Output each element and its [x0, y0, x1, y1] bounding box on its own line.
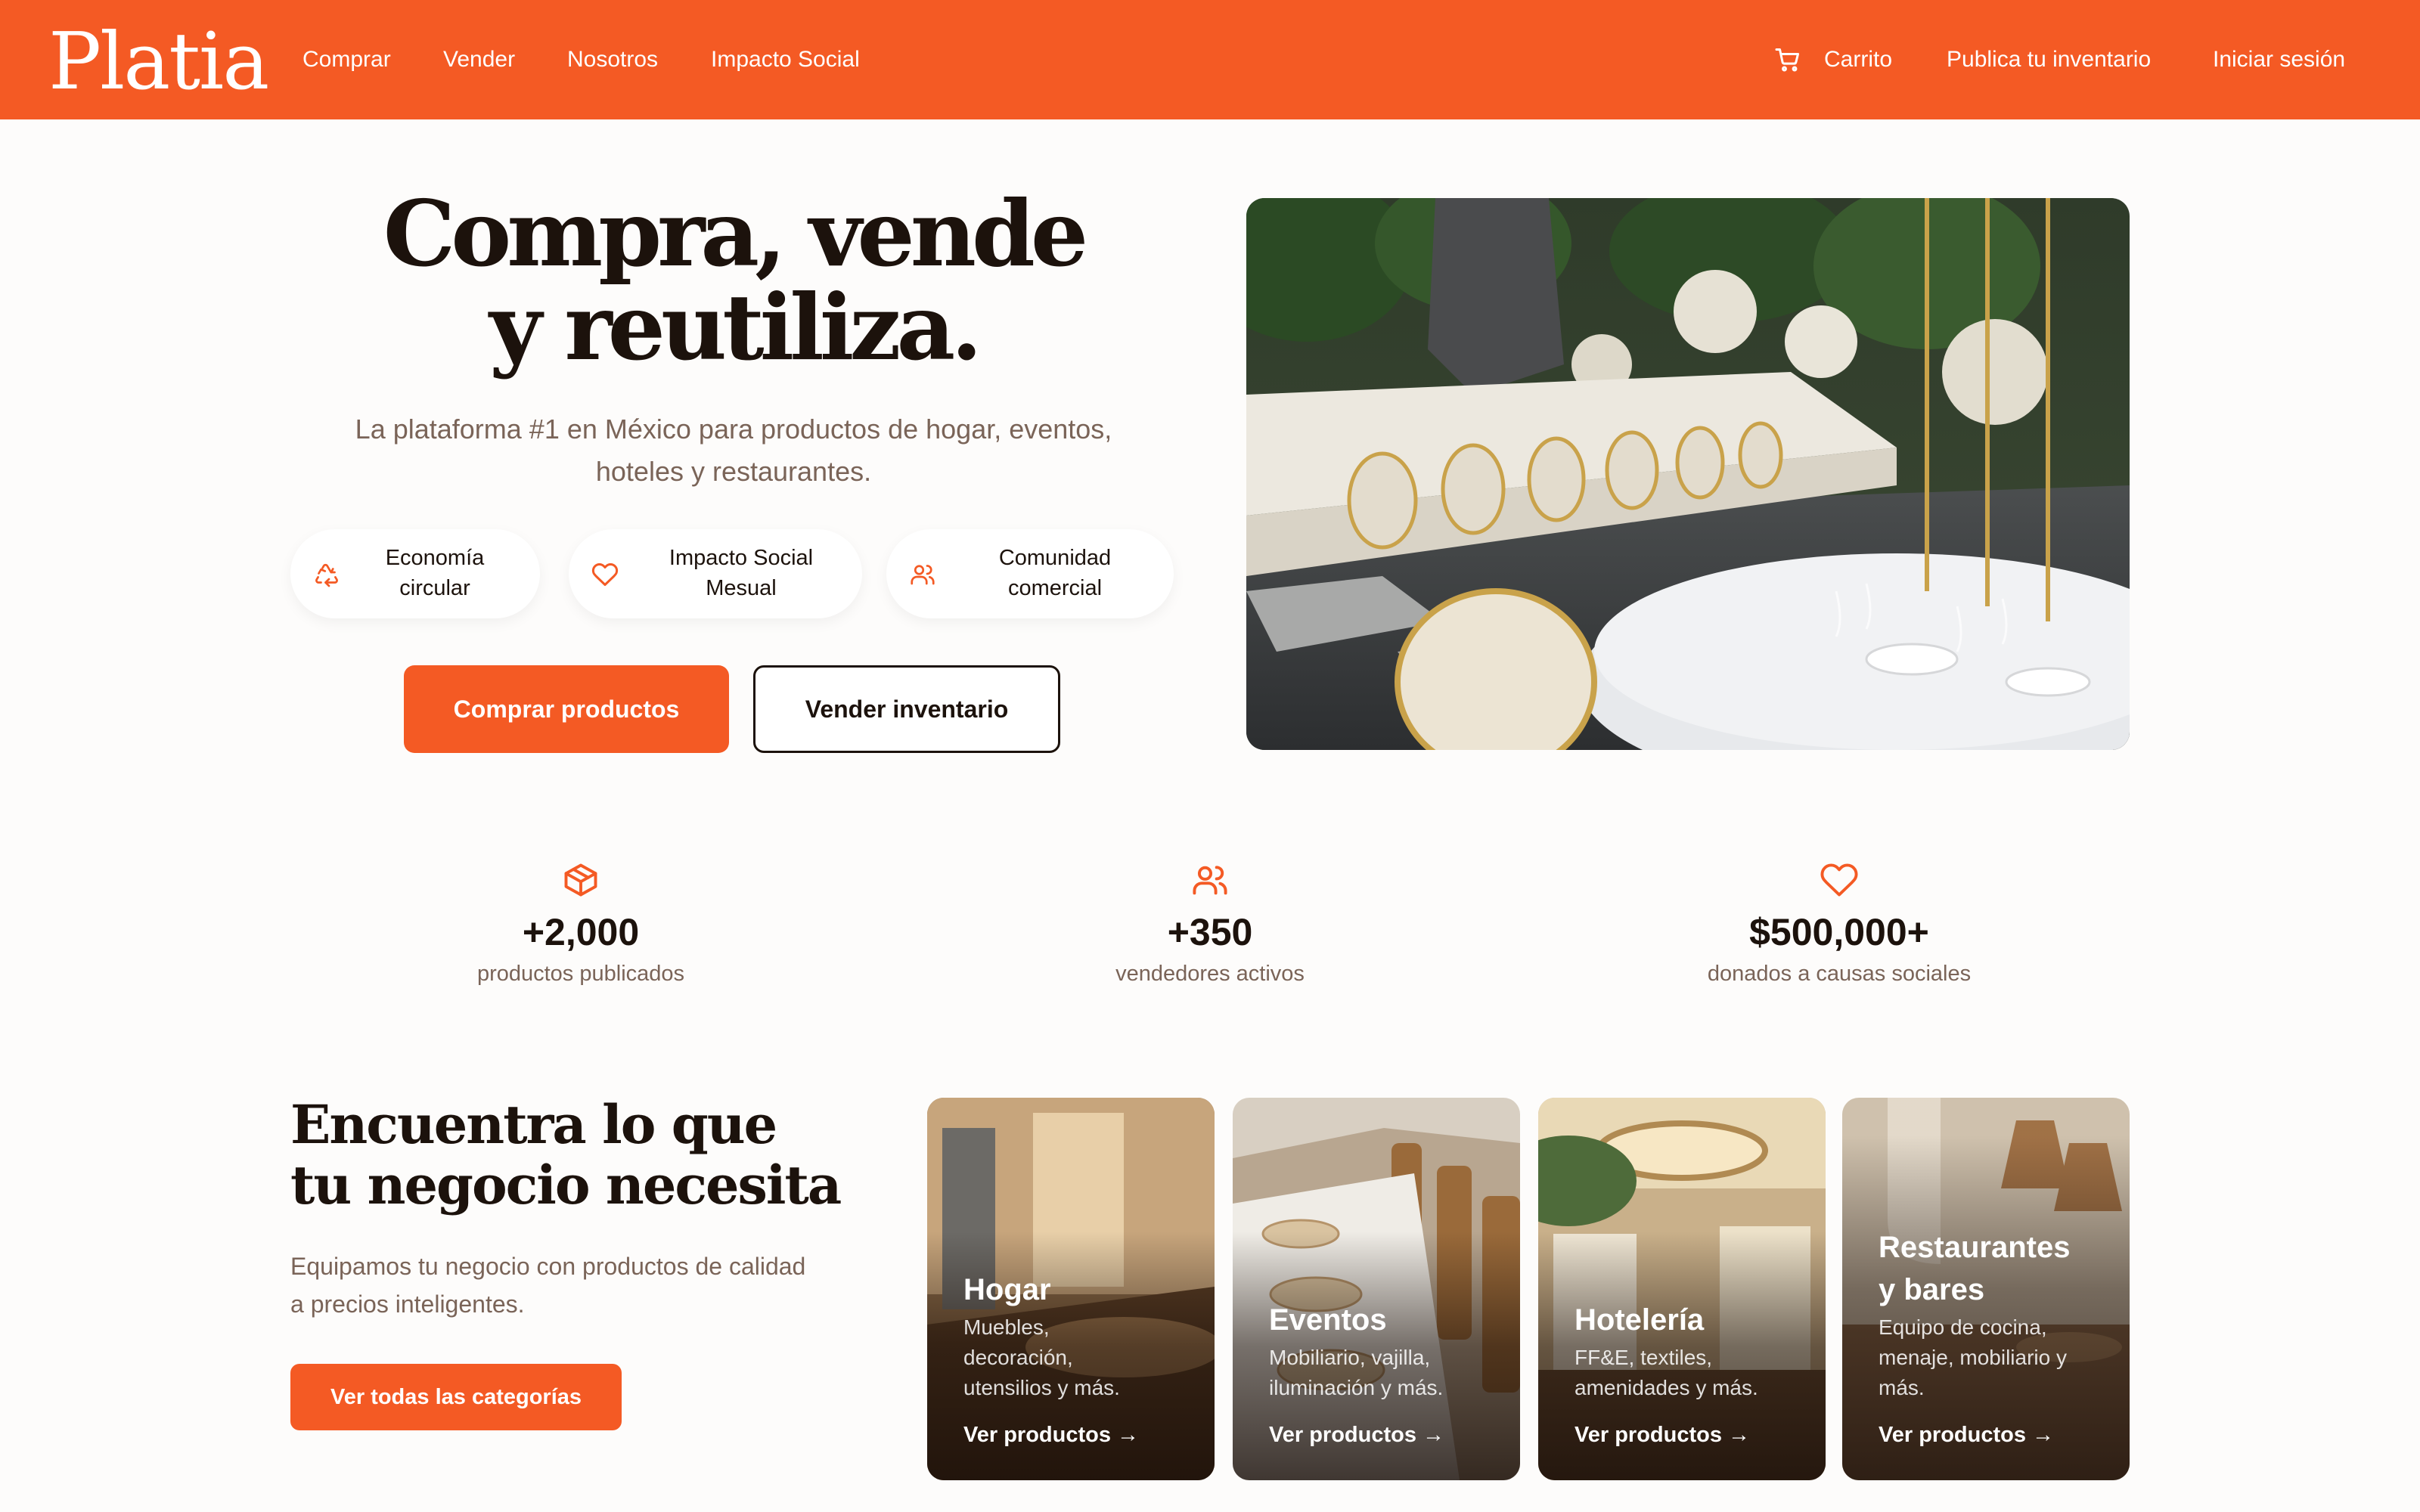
recycle-icon: [315, 563, 338, 587]
category-card-hogar[interactable]: Hogar Muebles, decoración, utensilios y …: [927, 1098, 1215, 1480]
nav-link-publica-inventario[interactable]: Publica tu inventario: [1947, 44, 2151, 76]
platia-logo[interactable]: Platia: [48, 17, 269, 106]
stat-value-productos: +2,000: [522, 911, 640, 953]
card-desc-line: amenidades y más.: [1575, 1376, 1758, 1399]
stat-label-donados: donados a causas sociales: [1707, 962, 1972, 986]
card-description: Muebles, decoración, utensilios y más.: [963, 1312, 1192, 1403]
top-navbar: Platia Comprar Vender Nosotros Impacto S…: [0, 0, 2420, 119]
card-desc-line: FF&E, textiles,: [1575, 1346, 1713, 1369]
categories-title-line1: Encuentra lo que: [290, 1093, 777, 1156]
hero-subtitle-line1: La plataforma #1 en México para producto…: [355, 414, 1112, 445]
users-icon: [1193, 866, 1227, 895]
card-desc-line: Muebles,: [963, 1315, 1050, 1339]
box-icon: [564, 863, 597, 897]
feature-label-line1: Comunidad: [998, 546, 1112, 570]
card-desc-line: menaje, mobiliario y: [1879, 1346, 2067, 1369]
ver-productos-link[interactable]: Ver productos →: [1269, 1420, 1497, 1450]
card-title-line2: y bares: [1879, 1273, 1985, 1306]
card-content: Hogar Muebles, decoración, utensilios y …: [963, 1269, 1192, 1450]
feature-pill-economia-circular: Economía circular: [290, 529, 540, 618]
stat-label-vendedores: vendedores activos: [1115, 962, 1305, 986]
feature-label-line2: Mesual: [706, 576, 777, 600]
card-title-line1: Hogar: [963, 1273, 1051, 1306]
card-title-line1: Eventos: [1269, 1303, 1387, 1337]
ver-todas-categorias-button[interactable]: Ver todas las categorías: [290, 1364, 622, 1430]
card-title: Restaurantes y bares: [1879, 1226, 2107, 1311]
feature-label-line2: circular: [399, 576, 470, 600]
nav-link-nosotros[interactable]: Nosotros: [567, 44, 658, 76]
card-content: Eventos Mobiliario, vajilla, iluminación…: [1269, 1299, 1497, 1450]
category-card-restaurantes[interactable]: Restaurantes y bares Equipo de cocina, m…: [1842, 1098, 2130, 1480]
feature-label: Comunidad comercial: [959, 543, 1151, 603]
nav-link-vender[interactable]: Vender: [443, 44, 515, 76]
card-title: Hogar: [963, 1269, 1192, 1311]
users-icon: [911, 565, 935, 585]
categories-subtitle-line1: Equipamos tu negocio con productos de ca…: [290, 1253, 806, 1280]
nav-link-iniciar-sesion[interactable]: Iniciar sesión: [2213, 44, 2345, 76]
nav-link-carrito[interactable]: Carrito: [1824, 44, 1892, 76]
category-card-eventos[interactable]: Eventos Mobiliario, vajilla, iluminación…: [1233, 1098, 1520, 1480]
banquet-photo-illustration: [1246, 198, 2130, 750]
ver-productos-link[interactable]: Ver productos →: [963, 1420, 1192, 1450]
nav-link-impacto-social[interactable]: Impacto Social: [711, 44, 860, 76]
card-desc-line: iluminación y más.: [1269, 1376, 1444, 1399]
card-title-line1: Restaurantes: [1879, 1231, 2071, 1264]
card-desc-line: utensilios y más.: [963, 1376, 1120, 1399]
card-description: FF&E, textiles, amenidades y más.: [1575, 1343, 1803, 1403]
hero-title-line1: Compra, vende: [383, 181, 1089, 287]
ver-productos-link[interactable]: Ver productos →: [1879, 1420, 2107, 1450]
feature-label-line2: comercial: [1007, 576, 1103, 600]
feature-pill-comunidad-comercial: Comunidad comercial: [886, 529, 1174, 618]
card-title-line1: Hotelería: [1575, 1303, 1705, 1337]
card-desc-line: Mobiliario, vajilla,: [1269, 1346, 1431, 1369]
feature-label: Impacto Social Mesual: [644, 543, 838, 603]
card-content: Hotelería FF&E, textiles, amenidades y m…: [1575, 1299, 1803, 1450]
categories-subtitle-line2: a precios inteligentes.: [290, 1290, 525, 1318]
feature-label-line1: Impacto Social: [669, 546, 814, 570]
feature-label-line1: Economía: [385, 546, 485, 570]
category-card-hoteleria[interactable]: Hotelería FF&E, textiles, amenidades y m…: [1538, 1098, 1826, 1480]
categories-section-subtitle: Equipamos tu negocio con productos de ca…: [290, 1247, 865, 1323]
card-desc-line: más.: [1879, 1376, 1925, 1399]
hero-subtitle-line2: hoteles y restaurantes.: [595, 456, 872, 487]
categories-section-title: Encuentra lo que tu negocio necesita: [290, 1093, 842, 1216]
feature-pill-impacto-social: Impacto Social Mesual: [569, 529, 862, 618]
card-title: Hotelería: [1575, 1299, 1803, 1341]
hero-event-image: [1246, 198, 2130, 750]
heart-icon: [591, 562, 619, 586]
card-desc-line: Equipo de cocina,: [1879, 1315, 2047, 1339]
cart-icon[interactable]: [1774, 46, 1801, 73]
categories-title-line2: tu negocio necesita: [290, 1154, 842, 1216]
card-description: Mobiliario, vajilla, iluminación y más.: [1269, 1343, 1497, 1403]
stat-value-donados: $500,000+: [1749, 911, 1929, 953]
hero-title: Compra, vende y reutiliza.: [272, 187, 1195, 375]
card-content: Restaurantes y bares Equipo de cocina, m…: [1879, 1226, 2107, 1450]
vender-inventario-button[interactable]: Vender inventario: [753, 665, 1060, 753]
hero-subtitle: La plataforma #1 en México para producto…: [287, 408, 1180, 493]
feature-label: Economía circular: [363, 543, 507, 603]
ver-productos-link[interactable]: Ver productos →: [1575, 1420, 1803, 1450]
hero-title-line2: y reutiliza.: [489, 274, 982, 381]
comprar-productos-button[interactable]: Comprar productos: [404, 665, 729, 753]
card-description: Equipo de cocina, menaje, mobiliario y m…: [1879, 1312, 2107, 1403]
card-title: Eventos: [1269, 1299, 1497, 1341]
nav-link-comprar[interactable]: Comprar: [302, 44, 391, 76]
card-desc-line: decoración,: [963, 1346, 1073, 1369]
stat-value-vendedores: +350: [1167, 911, 1253, 953]
stat-label-productos: productos publicados: [476, 962, 685, 986]
heart-icon: [1820, 863, 1858, 897]
